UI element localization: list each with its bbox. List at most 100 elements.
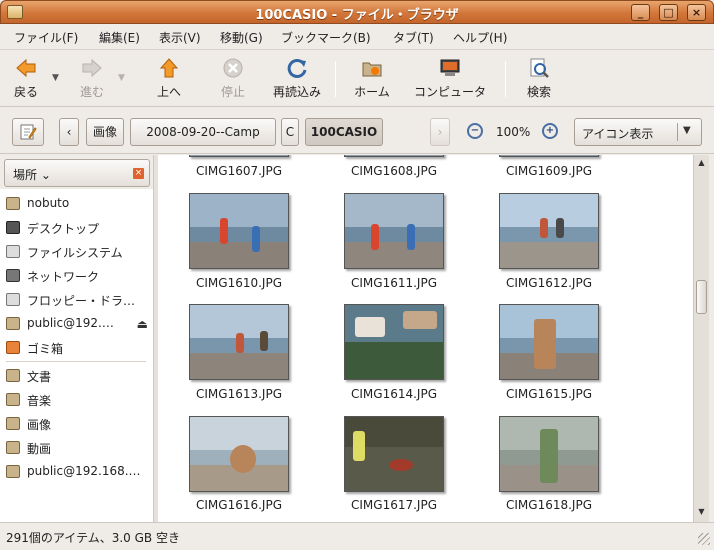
close-button[interactable]: × [687,4,706,21]
view-mode-select[interactable]: アイコン表示 ▼ [574,118,702,146]
up-button[interactable]: 上へ [152,55,186,103]
file-icon-view[interactable]: CIMG1607.JPG CIMG1608.JPG CIMG1609.JPG C… [158,155,693,522]
home-label: ホーム [354,85,390,99]
computer-icon [440,59,460,76]
file-name[interactable]: CIMG1616.JPG [169,498,309,512]
file-name[interactable]: CIMG1607.JPG [169,164,309,178]
sidebar-item-desktop[interactable]: デスクトップ [6,217,150,239]
sidebar-item-documents[interactable]: 文書 [6,365,150,387]
sidebar-item-public-bookmark[interactable]: public@192.168.1.2 [6,461,150,483]
sidebar-item-videos[interactable]: 動画 [6,437,150,459]
stop-button[interactable]: 停止 [216,55,250,103]
file-thumbnail[interactable] [344,155,444,157]
sidebar-item-floppy[interactable]: フロッピー・ドライブ [6,289,150,311]
sidebar-item-pictures[interactable]: 画像 [6,413,150,435]
path-crumb-camp[interactable]: 2008-09-20--Camp [130,118,276,146]
up-arrow-icon [159,58,179,78]
file-thumbnail[interactable] [189,155,289,157]
toolbar-separator [335,61,336,97]
path-crumb-images[interactable]: 画像 [86,118,124,146]
sidebar-type-select[interactable]: 場所 ⌄ × [4,159,150,187]
search-button[interactable]: 検索 [522,55,556,103]
sidebar-item-trash[interactable]: ゴミ箱 [6,337,150,359]
file-name[interactable]: CIMG1614.JPG [324,387,464,401]
file-thumbnail[interactable] [189,304,289,380]
network-share-icon [6,465,20,478]
reload-label: 再読込み [272,85,321,99]
status-bar: 291個のアイテム、3.0 GB 空き [0,522,714,550]
maximize-button[interactable]: □ [659,4,678,21]
computer-button[interactable]: コンピュータ [410,55,490,103]
reload-button[interactable]: 再読込み [270,55,324,103]
file-name[interactable]: CIMG1609.JPG [479,164,619,178]
file-name[interactable]: CIMG1608.JPG [324,164,464,178]
file-thumbnail[interactable] [189,193,289,269]
menu-help[interactable]: ヘルプ(H) [453,29,507,46]
scrollbar-thumb[interactable] [696,280,707,314]
forward-history-chevron-icon[interactable]: ▼ [118,73,125,83]
back-arrow-icon [16,58,36,78]
file-thumbnail[interactable] [344,304,444,380]
file-thumbnail[interactable] [499,304,599,380]
network-icon [6,269,20,282]
file-thumbnail[interactable] [189,416,289,492]
forward-arrow-icon [82,58,102,78]
view-mode-value: アイコン表示 [582,127,654,141]
file-thumbnail[interactable] [499,193,599,269]
back-history-chevron-icon[interactable]: ▼ [52,73,59,83]
sidebar-item-music[interactable]: 音楽 [6,389,150,411]
file-thumbnail[interactable] [499,155,599,157]
menu-go[interactable]: 移動(G) [220,29,263,46]
back-button[interactable]: 戻る [8,55,44,103]
search-icon [530,58,549,78]
trash-icon [6,341,20,354]
menu-bookmarks[interactable]: ブックマーク(B) [281,29,371,46]
forward-label: 進む [79,85,104,99]
path-scroll-left-button[interactable]: ‹ [59,118,79,146]
sidebar-item-home[interactable]: nobuto [6,193,150,215]
home-folder-icon [6,197,20,210]
vertical-scrollbar[interactable]: ▲ ▼ [693,155,709,522]
file-name[interactable]: CIMG1615.JPG [479,387,619,401]
scroll-up-icon[interactable]: ▲ [696,158,707,170]
minimize-button[interactable]: _ [631,4,650,21]
search-label: 検索 [526,85,551,99]
zoom-in-icon[interactable]: + [542,123,558,139]
sidebar-item-filesystem[interactable]: ファイルシステム [6,241,150,263]
forward-button[interactable]: 進む [74,55,110,103]
toolbar-separator [505,61,506,97]
home-button[interactable]: ホーム [350,55,394,103]
file-name[interactable]: CIMG1618.JPG [479,498,619,512]
eject-icon[interactable]: ⏏ [137,317,148,331]
zoom-out-icon[interactable]: − [467,123,483,139]
path-crumb-100casio[interactable]: 100CASIO [305,118,383,146]
file-thumbnail[interactable] [344,416,444,492]
menu-edit[interactable]: 編集(E) [99,29,140,46]
file-name[interactable]: CIMG1613.JPG [169,387,309,401]
zoom-level[interactable]: 100% [496,125,530,139]
location-toggle-button[interactable] [12,118,44,146]
file-name[interactable]: CIMG1611.JPG [324,276,464,290]
file-name[interactable]: CIMG1610.JPG [169,276,309,290]
sidebar-item-public-share[interactable]: public@192.168.1.2 ⏏ [6,313,150,335]
path-scroll-right-button[interactable]: › [430,118,450,146]
sidebar-item-network[interactable]: ネットワーク [6,265,150,287]
resize-grip-icon[interactable] [698,533,710,545]
menu-file[interactable]: ファイル(F) [14,29,78,46]
home-folder-icon [362,62,382,77]
file-thumbnail[interactable] [344,193,444,269]
folder-icon [6,441,20,454]
menu-view[interactable]: 表示(V) [159,29,201,46]
sidebar-close-icon[interactable]: × [133,168,144,179]
network-share-icon [6,317,20,330]
file-name[interactable]: CIMG1617.JPG [324,498,464,512]
location-bar: ‹ 画像 2008-09-20--Camp C 100CASIO › − 100… [0,108,714,154]
file-name[interactable]: CIMG1612.JPG [479,276,619,290]
back-label: 戻る [13,85,38,99]
file-thumbnail[interactable] [499,416,599,492]
menu-tabs[interactable]: タブ(T) [393,29,434,46]
scroll-down-icon[interactable]: ▼ [696,507,707,519]
window-titlebar[interactable]: 100CASIO - ファイル・ブラウザ _ □ × [0,0,714,24]
path-crumb-c[interactable]: C [281,118,299,146]
chevron-down-icon: ▼ [683,125,691,136]
